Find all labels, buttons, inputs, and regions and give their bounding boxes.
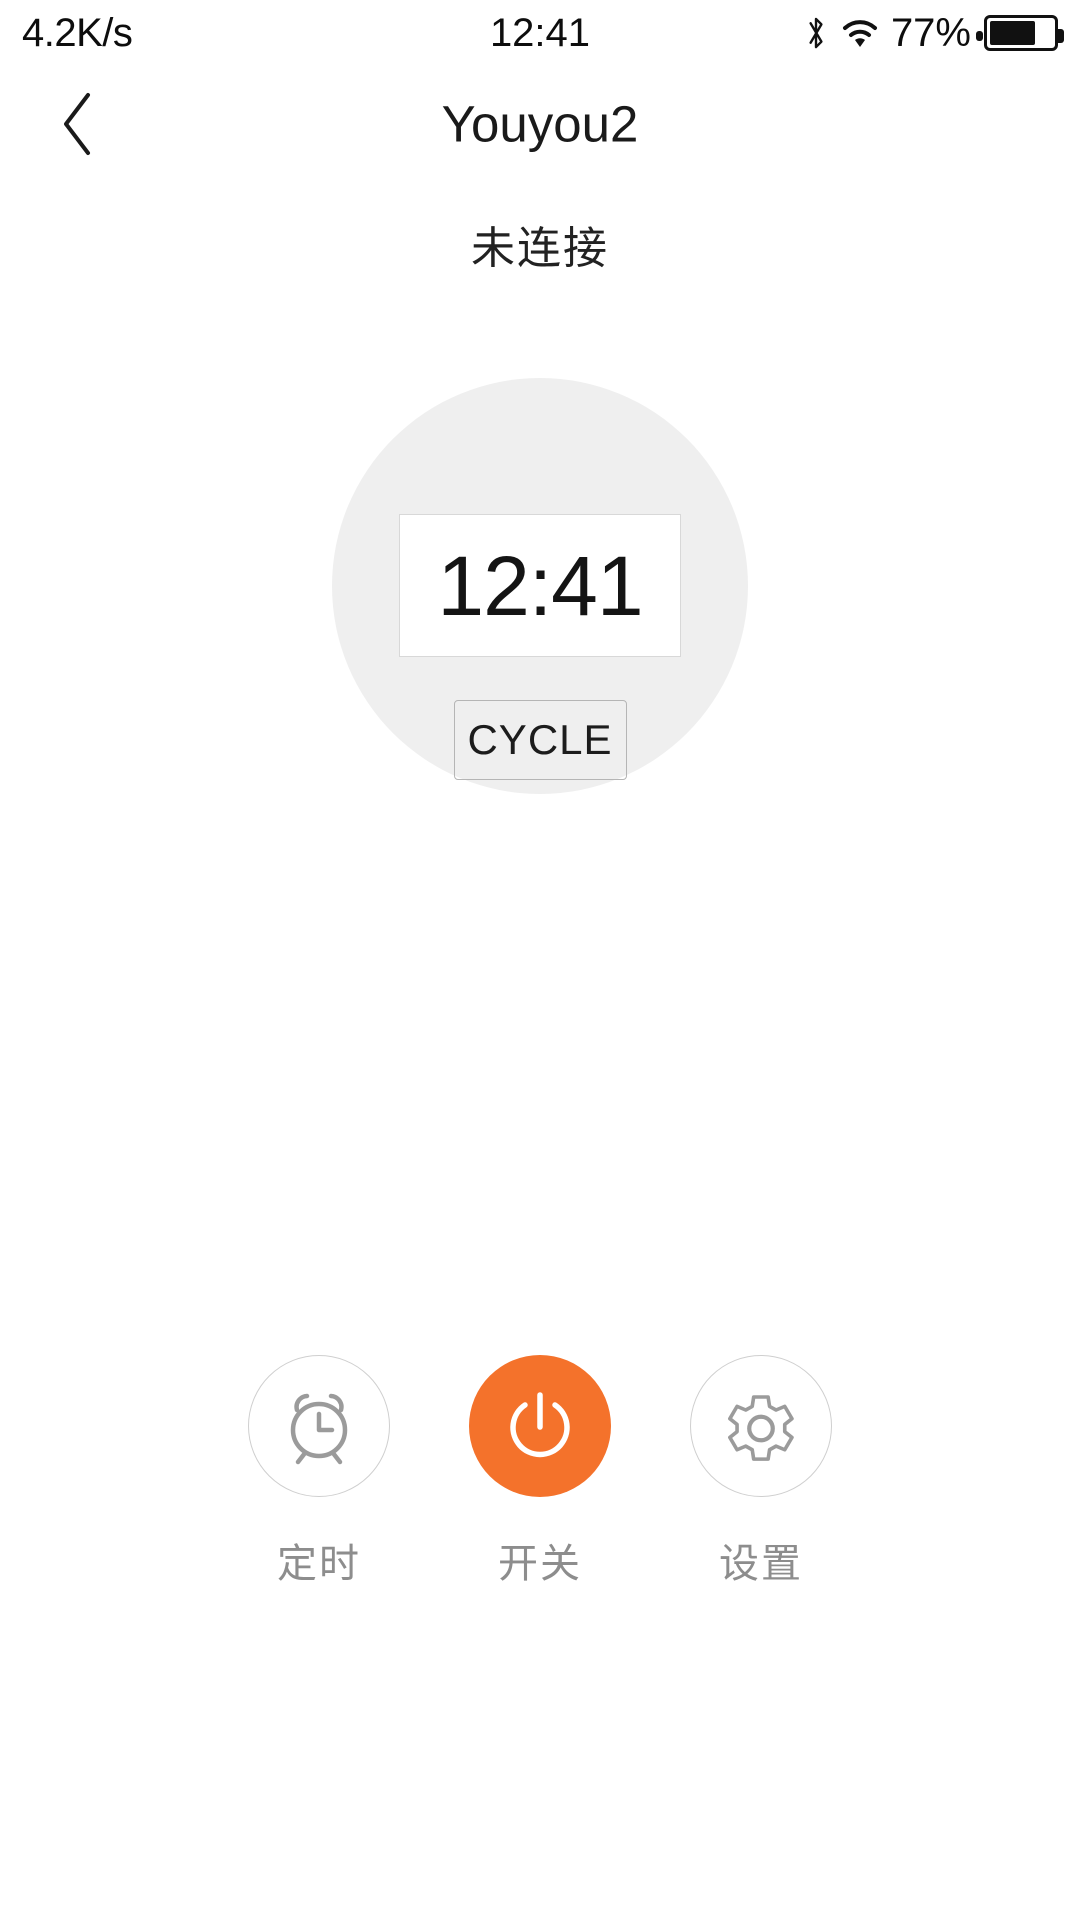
battery-fill bbox=[990, 21, 1035, 45]
settings-label: 设置 bbox=[719, 1542, 803, 1586]
power-button[interactable] bbox=[469, 1355, 611, 1497]
action-bar: 定时 开关 设置 bbox=[0, 1355, 1080, 1589]
nav-bar: Youyou2 bbox=[0, 66, 1080, 181]
device-dial: 12:41 CYCLE bbox=[332, 378, 748, 794]
status-bar: 4.2K/s 12:41 77% bbox=[0, 0, 1080, 66]
connection-status-label: 未连接 bbox=[471, 224, 609, 273]
cycle-mode-button[interactable]: CYCLE bbox=[453, 700, 627, 780]
settings-button[interactable] bbox=[690, 1355, 832, 1497]
power-label: 开关 bbox=[498, 1542, 582, 1586]
battery-icon bbox=[976, 15, 1064, 51]
power-icon bbox=[510, 1392, 570, 1458]
wifi-icon bbox=[842, 20, 877, 47]
time-value: 12:41 bbox=[437, 538, 643, 633]
time-display: 12:41 bbox=[399, 514, 681, 657]
app-screen: 4.2K/s 12:41 77% Youyou2 未连接 12:41 CYCLE… bbox=[0, 0, 1080, 1920]
network-speed-indicator: 4.2K/s bbox=[22, 10, 133, 55]
action-timer[interactable]: 定时 bbox=[248, 1355, 390, 1589]
alarm-clock-icon bbox=[290, 1393, 348, 1465]
gear-icon bbox=[728, 1395, 794, 1461]
status-bar-icons: 77% bbox=[803, 10, 1064, 56]
battery-percent-label: 77% bbox=[890, 10, 971, 55]
timer-label: 定时 bbox=[277, 1542, 361, 1586]
page-title: Youyou2 bbox=[441, 95, 639, 152]
battery-nub bbox=[976, 31, 983, 41]
action-power[interactable]: 开关 bbox=[469, 1355, 611, 1589]
action-settings[interactable]: 设置 bbox=[690, 1355, 832, 1589]
cycle-mode-label: CYCLE bbox=[467, 716, 613, 763]
bluetooth-icon bbox=[809, 17, 823, 49]
timer-button[interactable] bbox=[248, 1355, 390, 1497]
